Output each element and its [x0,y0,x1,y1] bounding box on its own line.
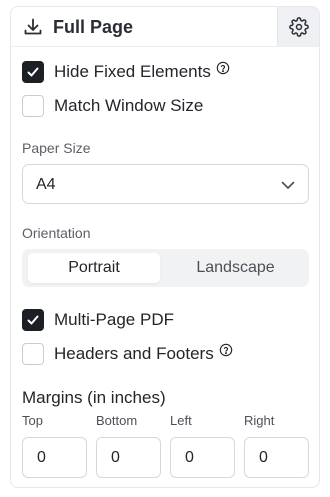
checkmark-icon [27,315,39,325]
orientation-label: Orientation [22,225,91,241]
settings-button[interactable] [277,7,319,46]
multi-page-pdf-label: Multi-Page PDF [54,310,174,329]
margin-bottom-label: Bottom [96,413,138,428]
margin-left-input[interactable]: 0 [170,437,235,478]
panel-header: Full Page [11,7,319,47]
paper-size-value: A4 [36,176,56,193]
help-icon[interactable] [219,343,233,357]
margin-left-label: Left [170,413,192,428]
margin-right-label: Right [244,413,275,428]
checkmark-icon [27,67,39,77]
margin-left-field: Left 0 [170,413,235,478]
hide-fixed-elements-label: Hide Fixed Elements [54,62,211,81]
match-window-size-checkbox[interactable] [22,95,44,117]
chevron-down-icon [281,181,295,189]
margin-top-field: Top 0 [22,413,87,478]
gear-icon [288,16,309,37]
paper-size-select[interactable]: A4 [22,164,309,204]
orientation-toggle: Portrait Landscape [22,249,309,287]
multi-page-pdf-option[interactable]: Multi-Page PDF [22,308,174,332]
help-icon[interactable] [216,61,230,75]
headers-footers-checkbox[interactable] [22,343,44,365]
headers-footers-label: Headers and Footers [54,344,214,363]
margin-right-input[interactable]: 0 [244,437,309,478]
hide-fixed-elements-option[interactable]: Hide Fixed Elements [22,60,230,84]
margin-right-field: Right 0 [244,413,309,478]
margins-title: Margins (in inches) [22,388,166,407]
margin-top-label: Top [22,413,43,428]
margin-top-input[interactable]: 0 [22,437,87,478]
page-title: Full Page [53,17,134,37]
margin-bottom-input[interactable]: 0 [96,437,161,478]
match-window-size-option[interactable]: Match Window Size [22,94,203,118]
paper-size-label: Paper Size [22,140,91,156]
screenshot-settings-panel: Full Page Hide Fixed Elements Match Wind… [10,6,320,488]
headers-footers-option[interactable]: Headers and Footers [22,342,233,366]
orientation-portrait-option[interactable]: Portrait [28,253,160,283]
multi-page-pdf-checkbox[interactable] [22,309,44,331]
match-window-size-label: Match Window Size [54,96,204,115]
hide-fixed-elements-checkbox[interactable] [22,61,44,83]
margin-bottom-field: Bottom 0 [96,413,161,478]
orientation-landscape-option[interactable]: Landscape [168,253,303,283]
download-icon [24,18,42,35]
